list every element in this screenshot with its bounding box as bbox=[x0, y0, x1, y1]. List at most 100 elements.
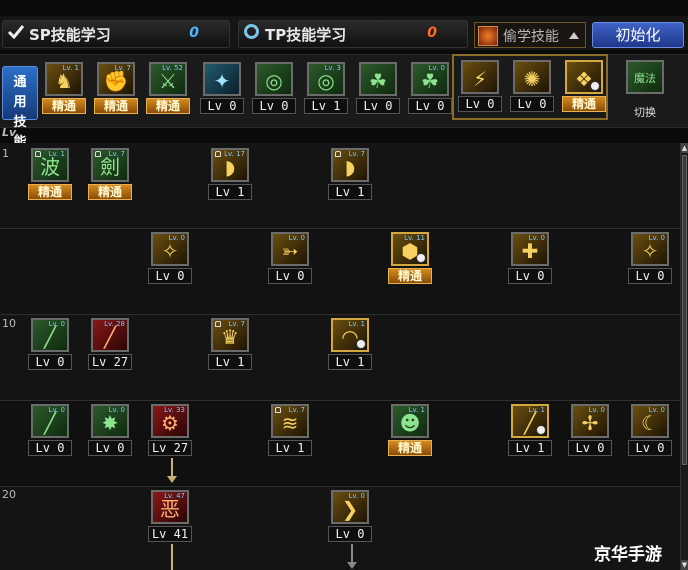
generic-skills-tab[interactable]: 通用技能 bbox=[2, 66, 38, 150]
lock-icon bbox=[95, 151, 101, 157]
steal-skill-dropdown[interactable]: 偷学技能 bbox=[474, 22, 586, 48]
skill-glyph: ╱ bbox=[103, 325, 117, 349]
skill-level-badge: Lv 0 bbox=[252, 98, 296, 114]
skill-slot[interactable]: ◎ Lv 0 bbox=[252, 62, 296, 118]
sp-tab-label: SP技能学习 bbox=[29, 26, 111, 44]
skill-icon: Lv. 7劍 bbox=[91, 148, 129, 182]
skill-slot[interactable]: Lv. 17 ◗ Lv 1 bbox=[208, 148, 252, 204]
skill-glyph: ≋ bbox=[281, 411, 299, 435]
skill-glyph: ✢ bbox=[581, 411, 599, 435]
skill-slot[interactable]: Lv. 0 ☘ Lv 0 bbox=[408, 62, 452, 118]
skill-level-badge: Lv 27 bbox=[148, 440, 192, 456]
skill-slot[interactable]: Lv. 0 ✢ Lv 0 bbox=[568, 404, 612, 460]
initialize-button[interactable]: 初始化 bbox=[592, 22, 684, 48]
clock-icon bbox=[590, 81, 600, 91]
skill-slot[interactable]: Lv. 0 ✧ Lv 0 bbox=[148, 232, 192, 288]
tab-sp-skill-learning[interactable]: SP技能学习 0 bbox=[2, 20, 230, 48]
skill-slot[interactable]: Lv. 0 ✚ Lv 0 bbox=[508, 232, 552, 288]
skill-slot[interactable]: Lv. 0 ➳ Lv 0 bbox=[268, 232, 312, 288]
skill-icon: Lv. 1 ♞ bbox=[45, 62, 83, 96]
skill-icon: Lv. 1 ╱ bbox=[511, 404, 549, 438]
skill-icon: Lv. 28 ╱ bbox=[91, 318, 129, 352]
skill-slot[interactable]: Lv. 52 ⚔ 精通 bbox=[146, 62, 190, 118]
scroll-up-button[interactable]: ▲ bbox=[681, 143, 688, 153]
skill-slot[interactable]: Lv. 1 波精通 bbox=[28, 148, 72, 204]
skill-level-badge: Lv 1 bbox=[328, 184, 372, 200]
skill-icon: Lv. 1 ◠ bbox=[331, 318, 369, 352]
skill-slot[interactable]: Lv. 7 劍精通 bbox=[88, 148, 132, 204]
skill-glyph: 波 bbox=[40, 155, 60, 179]
skill-slot[interactable]: Lv. 11 ⬢ 精通 bbox=[388, 232, 432, 288]
skill-slot[interactable]: Lv. 0 ✸ Lv 0 bbox=[88, 404, 132, 460]
clock-icon bbox=[536, 425, 546, 435]
lock-icon bbox=[215, 151, 221, 157]
skill-level-badge: Lv 1 bbox=[328, 354, 372, 370]
skill-slot[interactable]: Lv. 47 恶 Lv 41 bbox=[148, 490, 192, 546]
skill-level-badge: 精通 bbox=[388, 440, 432, 456]
skill-slot[interactable]: Lv. 1 ╱ Lv 1 bbox=[508, 404, 552, 460]
skill-level-badge: Lv 0 bbox=[628, 440, 672, 456]
skill-level-badge: Lv 0 bbox=[328, 526, 372, 542]
skill-slot[interactable]: Lv. 0 ❯ Lv 0 bbox=[328, 490, 372, 546]
skill-slot[interactable]: Lv. 0 ✧ Lv 0 bbox=[628, 232, 672, 288]
skill-icon: Lv. 52 ⚔ bbox=[149, 62, 187, 96]
skill-slot[interactable]: Lv. 28 ╱ Lv 27 bbox=[88, 318, 132, 374]
skill-slot[interactable]: Lv. 1 ◠ Lv 1 bbox=[328, 318, 372, 374]
skill-level-badge: Lv 0 bbox=[268, 268, 312, 284]
skill-slot[interactable]: Lv. 1 ♞ 精通 bbox=[42, 62, 86, 118]
skill-icon: Lv. 0 ✚ bbox=[511, 232, 549, 266]
skill-slot[interactable]: Lv. 0 ☾ Lv 0 bbox=[628, 404, 672, 460]
skill-level-badge: Lv 1 bbox=[208, 184, 252, 200]
skill-icon: Lv. 0 ☘ bbox=[411, 62, 449, 96]
connector-line bbox=[171, 544, 173, 570]
skill-slot[interactable]: Lv. 0 ╱ Lv 0 bbox=[28, 318, 72, 374]
skill-slot[interactable]: Lv. 1 ☻ 精通 bbox=[388, 404, 432, 460]
skill-glyph: ◎ bbox=[317, 69, 335, 93]
ring-icon bbox=[244, 24, 259, 39]
skill-slot[interactable]: ❖ 精通 bbox=[562, 60, 606, 116]
skill-icon: ☘ bbox=[359, 62, 397, 96]
clock-icon bbox=[356, 339, 366, 349]
skill-slot[interactable]: Lv. 7 ♛ Lv 1 bbox=[208, 318, 252, 374]
skill-glyph: ⚙ bbox=[161, 411, 179, 435]
skill-icon: Lv. 0 ✧ bbox=[631, 232, 669, 266]
skill-icon: Lv. 0 ❯ bbox=[331, 490, 369, 524]
skill-glyph: ☘ bbox=[369, 69, 387, 93]
skill-level-badge: Lv 27 bbox=[88, 354, 132, 370]
scrollbar[interactable]: ▲ ▼ bbox=[680, 143, 688, 570]
skill-slot[interactable]: Lv. 7 ◗ Lv 1 bbox=[328, 148, 372, 204]
skill-slot[interactable]: Lv. 7 ✊ 精通 bbox=[94, 62, 138, 118]
skill-icon: Lv. 0 ╱ bbox=[31, 404, 69, 438]
skill-level-badge: Lv 0 bbox=[356, 98, 400, 114]
scroll-thumb[interactable] bbox=[682, 155, 687, 465]
skill-icon: Lv. 7 ♛ bbox=[211, 318, 249, 352]
skill-icon: Lv. 33 ⚙ bbox=[151, 404, 189, 438]
magic-text: 魔法 bbox=[634, 72, 656, 85]
skill-icon: Lv. 1 ☻ bbox=[391, 404, 429, 438]
skill-slot[interactable]: ☘ Lv 0 bbox=[356, 62, 400, 118]
steal-skill-icon bbox=[478, 26, 498, 46]
check-icon bbox=[7, 25, 25, 40]
swap-label: 切换 bbox=[634, 106, 656, 119]
skill-slot[interactable]: Lv. 33 ⚙ Lv 27 bbox=[148, 404, 192, 460]
skill-icon: Lv. 11 ⬢ bbox=[391, 232, 429, 266]
skill-slot[interactable]: Lv. 7 ≋ Lv 1 bbox=[268, 404, 312, 460]
swap-button[interactable]: 魔法 切换 bbox=[622, 60, 668, 120]
tab-tp-skill-learning[interactable]: TP技能学习 0 bbox=[238, 20, 468, 48]
skill-level-badge: Lv 0 bbox=[148, 268, 192, 284]
skill-level-badge: Lv 0 bbox=[508, 268, 552, 284]
skill-slot[interactable]: ⚡ Lv 0 bbox=[458, 60, 502, 116]
scroll-down-button[interactable]: ▼ bbox=[681, 560, 688, 570]
skill-glyph: ╱ bbox=[43, 411, 57, 435]
skill-icon: Lv. 3 ◎ bbox=[307, 62, 345, 96]
skill-slot[interactable]: ✺ Lv 0 bbox=[510, 60, 554, 116]
clock-icon bbox=[416, 253, 426, 263]
skill-slot[interactable]: Lv. 3 ◎ Lv 1 bbox=[304, 62, 348, 118]
skill-slot[interactable]: ✦ Lv 0 bbox=[200, 62, 244, 118]
skill-glyph: ♞ bbox=[55, 69, 73, 93]
skill-glyph: ✧ bbox=[161, 239, 179, 263]
skill-icon: ❖ bbox=[565, 60, 603, 94]
skill-slot[interactable]: Lv. 0 ╱ Lv 0 bbox=[28, 404, 72, 460]
skill-glyph: ✦ bbox=[213, 69, 231, 93]
skill-icon: Lv. 17 ◗ bbox=[211, 148, 249, 182]
